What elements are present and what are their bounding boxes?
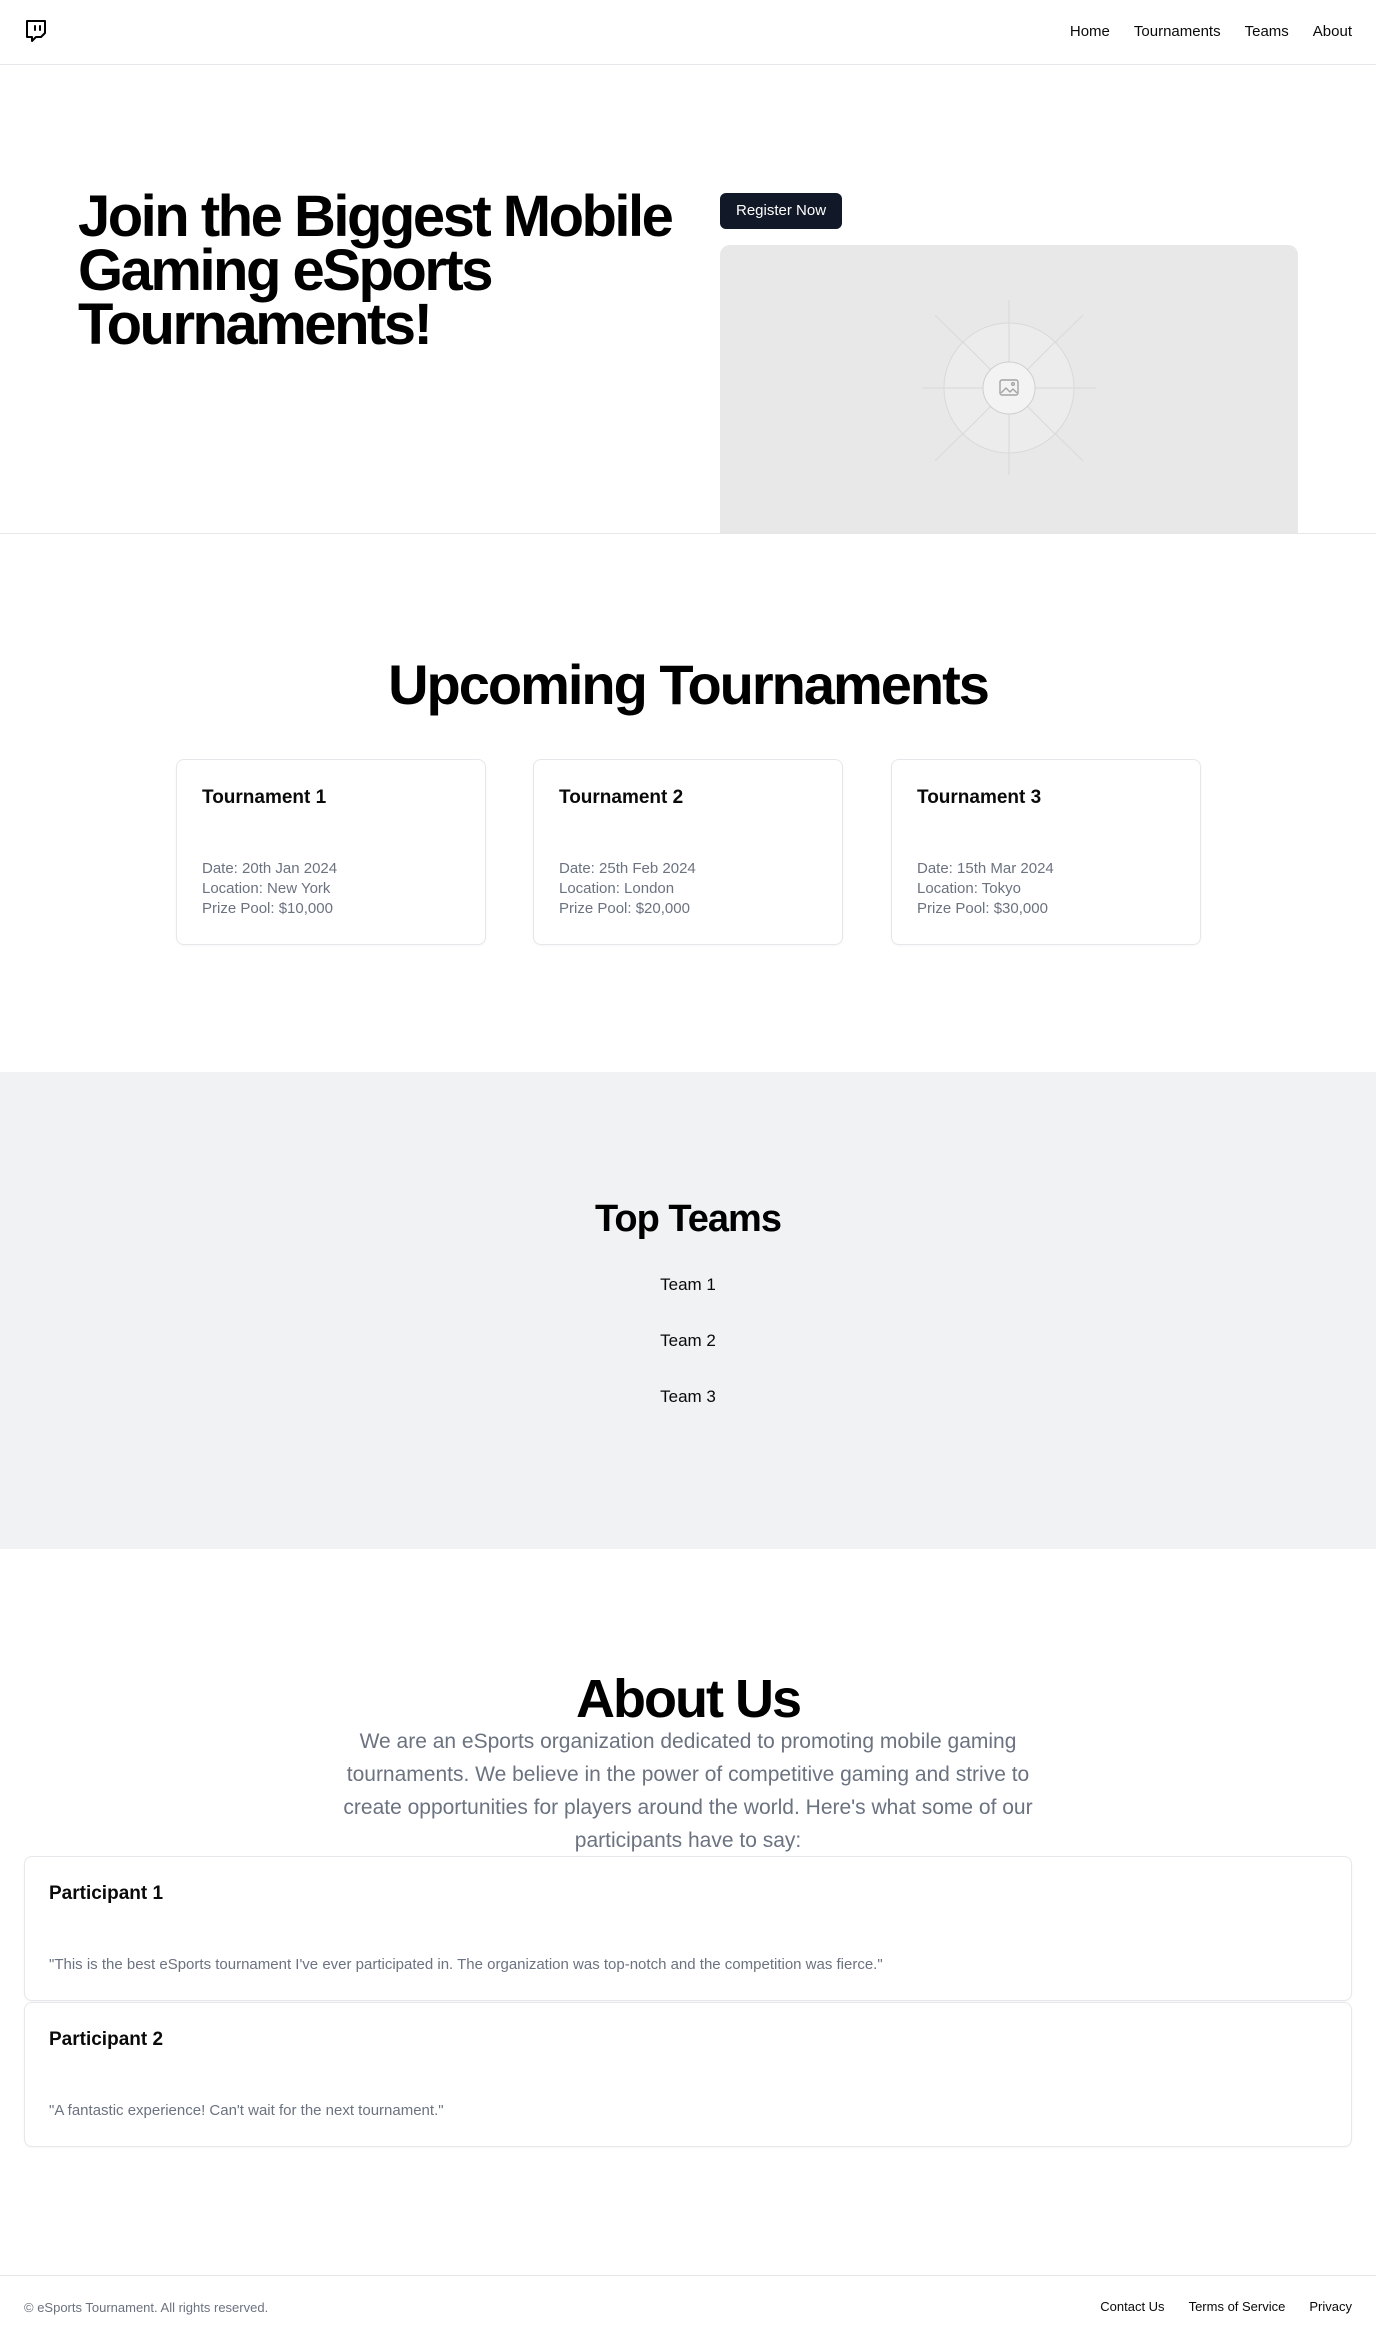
- copyright-text: © eSports Tournament. All rights reserve…: [24, 2300, 269, 2315]
- tournament-location: Location: New York: [202, 880, 331, 897]
- testimonial-card: Participant 1 "This is the best eSports …: [24, 1856, 1352, 2001]
- site-header: Home Tournaments Teams About: [0, 0, 1376, 65]
- team-item[interactable]: Team 3: [0, 1385, 1376, 1409]
- twitch-icon[interactable]: [24, 19, 48, 45]
- tournament-date: Date: 20th Jan 2024: [202, 860, 338, 877]
- about-us-text: We are an eSports organization dedicated…: [343, 1730, 1033, 1852]
- tournament-name: Tournament 1: [202, 787, 327, 808]
- site-footer: © eSports Tournament. All rights reserve…: [0, 2275, 1376, 2341]
- privacy-link[interactable]: Privacy: [1309, 2298, 1352, 2316]
- tournament-location: Location: Tokyo: [917, 880, 1021, 897]
- participant-name: Participant 1: [49, 1883, 164, 1904]
- tournament-card[interactable]: Tournament 2 Date: 25th Feb 2024 Locatio…: [533, 759, 843, 945]
- tournament-card[interactable]: Tournament 1 Date: 20th Jan 2024 Locatio…: [176, 759, 486, 945]
- tournament-prize: Prize Pool: $10,000: [202, 900, 333, 917]
- nav-home-link[interactable]: Home: [1070, 21, 1110, 43]
- terms-of-service-link[interactable]: Terms of Service: [1189, 2298, 1286, 2316]
- contact-us-link[interactable]: Contact Us: [1100, 2298, 1164, 2316]
- tournament-date: Date: 15th Mar 2024: [917, 860, 1054, 877]
- participant-quote: "A fantastic experience! Can't wait for …: [49, 2102, 444, 2119]
- top-teams-section: Top Teams Team 1 Team 2 Team 3: [0, 1072, 1376, 1549]
- about-us-title: About Us: [576, 1669, 802, 1729]
- tournament-date: Date: 25th Feb 2024: [559, 860, 696, 877]
- tournament-location: Location: London: [559, 880, 675, 897]
- register-now-button[interactable]: Register Now: [720, 193, 843, 229]
- tournament-prize: Prize Pool: $20,000: [559, 900, 690, 917]
- tournament-prize: Prize Pool: $30,000: [917, 900, 1048, 917]
- nav-about-link[interactable]: About: [1313, 21, 1352, 43]
- testimonial-card: Participant 2 "A fantastic experience! C…: [24, 2002, 1352, 2147]
- participant-quote: "This is the best eSports tournament I'v…: [49, 1956, 883, 1973]
- participant-name: Participant 2: [49, 2029, 164, 2050]
- top-teams-title: Top Teams: [595, 1198, 782, 1240]
- tournament-name: Tournament 2: [559, 787, 684, 808]
- upcoming-tournaments-title: Upcoming Tournaments: [388, 653, 990, 716]
- team-item[interactable]: Team 1: [0, 1273, 1376, 1297]
- hero-title: Join the Biggest Mobile Gaming eSports T…: [78, 184, 674, 357]
- image-icon: [922, 300, 1096, 475]
- nav-teams-link[interactable]: Teams: [1245, 21, 1289, 43]
- hero-section: Join the Biggest Mobile Gaming eSports T…: [0, 65, 1376, 534]
- nav-tournaments-link[interactable]: Tournaments: [1134, 21, 1221, 43]
- tournament-name: Tournament 3: [917, 787, 1042, 808]
- main-nav: Home Tournaments Teams About: [1070, 21, 1352, 43]
- team-item[interactable]: Team 2: [0, 1329, 1376, 1353]
- tournament-card[interactable]: Tournament 3 Date: 15th Mar 2024 Locatio…: [891, 759, 1201, 945]
- hero-image-placeholder: [720, 245, 1298, 533]
- footer-links: Contact Us Terms of Service Privacy: [1100, 2298, 1352, 2316]
